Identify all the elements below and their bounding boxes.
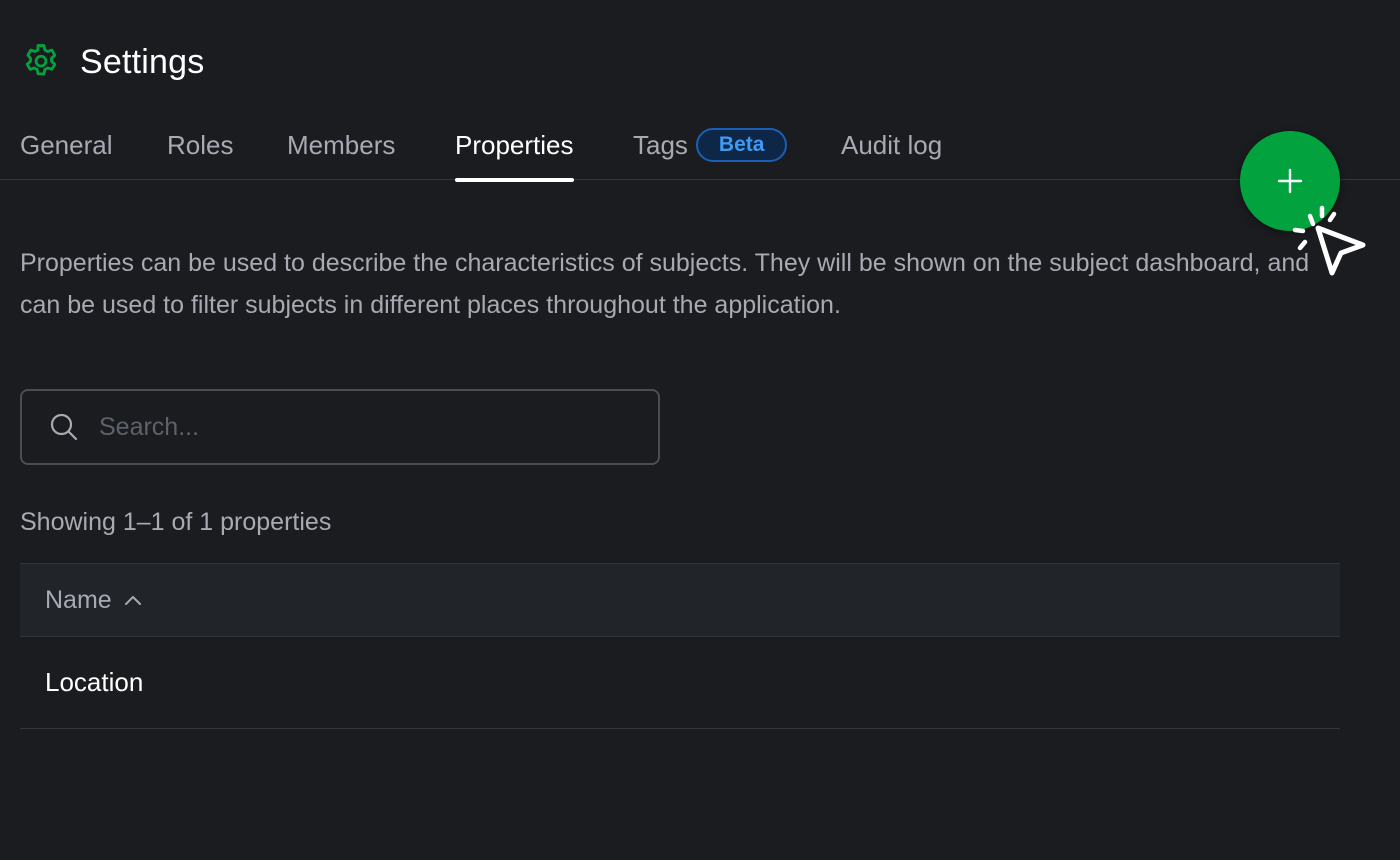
tab-label: Tags xyxy=(633,129,688,160)
column-header-label: Name xyxy=(45,585,112,614)
properties-table: Name Location xyxy=(20,563,1340,729)
beta-badge: Beta xyxy=(695,128,788,162)
tab-general[interactable]: General xyxy=(20,110,113,180)
page-header: Settings xyxy=(20,38,204,86)
page-title: Settings xyxy=(80,42,205,81)
tab-properties[interactable]: Properties xyxy=(455,110,574,182)
chevron-up-icon xyxy=(124,596,141,605)
tab-members[interactable]: Members xyxy=(287,110,395,180)
tab-audit-log[interactable]: Audit log xyxy=(841,110,942,180)
tab-label: General xyxy=(20,129,113,160)
column-header-name[interactable]: Name xyxy=(45,586,144,615)
tab-label: Roles xyxy=(167,129,234,160)
search-box xyxy=(20,389,660,465)
tab-tags[interactable]: Tags Beta xyxy=(633,110,788,180)
gear-icon xyxy=(25,44,57,76)
table-header: Name xyxy=(20,563,1340,637)
property-name: Location xyxy=(45,667,144,697)
tab-roles[interactable]: Roles xyxy=(167,110,233,180)
search-input[interactable] xyxy=(97,396,658,458)
settings-page: Settings General Roles Members Propertie… xyxy=(0,0,1400,860)
settings-tabs: General Roles Members Properties Tags Be… xyxy=(0,110,1400,182)
tab-label: Audit log xyxy=(841,129,943,160)
plus-icon xyxy=(1277,168,1303,194)
tab-label: Properties xyxy=(455,129,574,160)
search-icon xyxy=(50,413,78,441)
table-row[interactable]: Location xyxy=(20,637,1340,729)
properties-description: Properties can be used to describe the c… xyxy=(20,249,1310,319)
results-summary: Showing 1–1 of 1 properties xyxy=(20,508,332,536)
tab-label: Members xyxy=(287,129,396,160)
